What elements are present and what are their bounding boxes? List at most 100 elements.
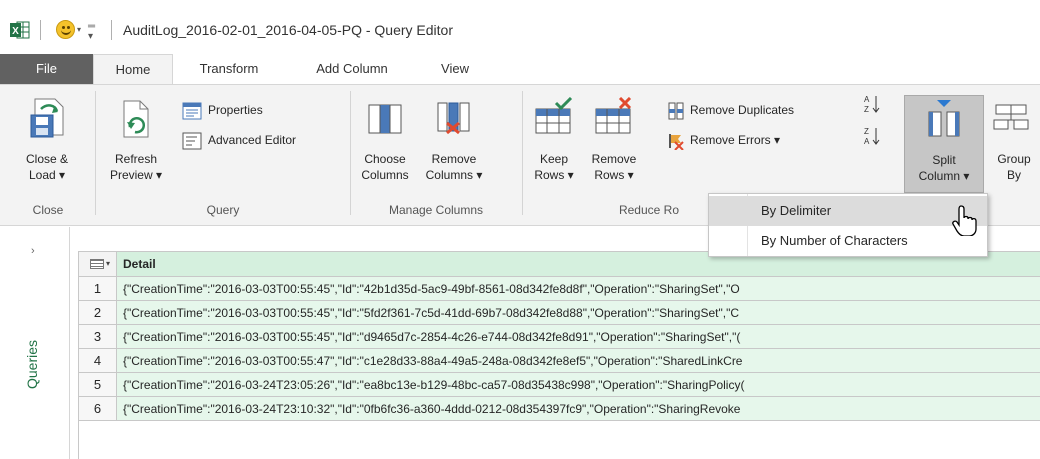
group-label-reduce-rows: Reduce Ro	[618, 203, 680, 217]
advanced-editor-icon	[182, 132, 202, 150]
sort-ascending-button[interactable]: A Z	[862, 93, 886, 115]
remove-duplicates-button[interactable]: Remove Duplicates	[668, 99, 794, 121]
row-number: 3	[79, 325, 117, 349]
queries-pane-label[interactable]: Queries	[24, 309, 40, 389]
remove-duplicates-icon	[668, 102, 684, 120]
group-by-label-1: Group	[997, 152, 1031, 166]
table-row: 4 {"CreationTime":"2016-03-03T00:55:47",…	[79, 349, 1040, 373]
table-cell[interactable]: {"CreationTime":"2016-03-03T00:55:45","I…	[117, 325, 1040, 349]
choose-columns-button[interactable]: Choose Columns	[354, 89, 416, 197]
table-menu-button[interactable]: ▾	[79, 252, 117, 277]
queries-pane: › Queries	[0, 227, 70, 459]
table-icon	[90, 259, 104, 269]
split-column-menu: By Delimiter By Number of Characters	[708, 193, 988, 257]
close-and-load-button[interactable]: Close & Load ▾	[2, 89, 92, 197]
refresh-preview-button[interactable]: Refresh Preview ▾	[100, 89, 172, 197]
remove-duplicates-label: Remove Duplicates	[690, 103, 795, 117]
properties-button[interactable]: Properties	[182, 99, 263, 121]
remove-errors-button[interactable]: Remove Errors ▾	[668, 129, 780, 151]
remove-columns-icon	[437, 102, 470, 135]
keep-rows-button[interactable]: Keep Rows ▾	[526, 89, 582, 197]
group-label-close: Close	[32, 203, 64, 217]
svg-text:A: A	[864, 95, 870, 104]
group-divider	[350, 91, 351, 215]
remove-errors-icon	[669, 133, 684, 150]
sort-descending-button[interactable]: Z A	[862, 125, 886, 147]
refresh-label-2: Preview ▾	[109, 168, 163, 182]
row-number: 2	[79, 301, 117, 325]
svg-text:Z: Z	[864, 127, 869, 136]
keep-rows-label-2: Rows ▾	[534, 168, 574, 182]
chevron-down-icon: ▾	[106, 259, 111, 268]
group-label-query: Query	[206, 203, 240, 217]
advanced-editor-label: Advanced Editor	[208, 133, 297, 147]
sort-ascending-icon: A Z	[864, 95, 880, 114]
split-column-icon	[928, 100, 960, 137]
group-label-manage-columns: Manage Columns	[388, 203, 484, 217]
choose-columns-label-2: Columns	[361, 168, 409, 182]
group-divider	[522, 91, 523, 215]
tab-file[interactable]: File	[0, 54, 93, 84]
table-row: 1 {"CreationTime":"2016-03-03T00:55:45",…	[79, 277, 1040, 301]
advanced-editor-button[interactable]: Advanced Editor	[182, 129, 296, 151]
split-column-button[interactable]: Split Column ▾	[904, 95, 984, 193]
table-row: 6 {"CreationTime":"2016-03-24T23:10:32",…	[79, 397, 1040, 421]
choose-columns-icon	[368, 104, 402, 134]
remove-rows-icon	[595, 97, 632, 134]
close-load-label-2: Load ▾	[28, 168, 66, 182]
data-grid: ▾ Detail 1 {"CreationTime":"2016-03-03T0…	[78, 251, 1040, 459]
properties-label: Properties	[208, 103, 263, 117]
menu-item-by-number-of-characters[interactable]: By Number of Characters	[709, 226, 987, 256]
group-by-label-2: By	[1006, 168, 1021, 182]
row-number: 5	[79, 373, 117, 397]
table-row: 3 {"CreationTime":"2016-03-03T00:55:45",…	[79, 325, 1040, 349]
smiley-feedback-icon[interactable]	[56, 20, 75, 39]
sort-descending-icon: Z A	[864, 127, 880, 146]
table-cell[interactable]: {"CreationTime":"2016-03-03T00:55:45","I…	[117, 301, 1040, 325]
choose-columns-label-1: Choose	[364, 152, 406, 166]
keep-rows-icon	[535, 97, 573, 134]
close-and-load-icon	[30, 98, 64, 138]
table-cell[interactable]: {"CreationTime":"2016-03-03T00:55:47","I…	[117, 349, 1040, 373]
remove-rows-label-2: Rows ▾	[594, 168, 634, 182]
remove-rows-button[interactable]: Remove Rows ▾	[584, 89, 644, 197]
row-number: 6	[79, 397, 117, 421]
row-number: 1	[79, 277, 117, 301]
close-load-label-1: Close &	[25, 152, 69, 166]
window-title: AuditLog_2016-02-01_2016-04-05-PQ - Quer…	[123, 22, 453, 38]
split-column-label-1: Split	[932, 153, 956, 167]
refresh-icon	[123, 100, 149, 138]
expand-pane-chevron-icon[interactable]: ›	[31, 245, 35, 257]
chevron-down-icon[interactable]: ▾	[77, 25, 81, 34]
title-divider	[111, 20, 112, 40]
svg-text:A: A	[864, 137, 870, 146]
refresh-label-1: Refresh	[114, 152, 158, 166]
row-number: 4	[79, 349, 117, 373]
ribbon-tabs: File Home Transform Add Column View	[0, 54, 1040, 85]
svg-text:Z: Z	[864, 105, 869, 114]
table-cell[interactable]: {"CreationTime":"2016-03-24T23:10:32","I…	[117, 397, 1040, 421]
menu-item-by-delimiter[interactable]: By Delimiter	[709, 196, 987, 226]
group-divider	[95, 91, 96, 215]
excel-icon[interactable]: X	[10, 21, 30, 39]
keep-rows-label-1: Keep	[539, 152, 569, 166]
tab-home[interactable]: Home	[93, 54, 173, 85]
table-cell[interactable]: {"CreationTime":"2016-03-24T23:05:26","I…	[117, 373, 1040, 397]
remove-errors-label: Remove Errors ▾	[690, 133, 781, 147]
remove-columns-label-1: Remove	[431, 152, 477, 166]
group-by-icon	[993, 104, 1029, 130]
table-cell[interactable]: {"CreationTime":"2016-03-03T00:55:45","I…	[117, 277, 1040, 301]
remove-columns-button[interactable]: Remove Columns ▾	[418, 89, 490, 197]
remove-rows-label-1: Remove	[591, 152, 637, 166]
tab-transform[interactable]: Transform	[181, 54, 277, 84]
title-bar: X ▾ ═ ▾ AuditLog_2016-02-01_2016-04-05-PQ…	[0, 0, 1040, 54]
split-column-label-2: Column ▾	[918, 169, 970, 183]
tab-add-column[interactable]: Add Column	[298, 54, 406, 84]
title-divider	[40, 20, 41, 40]
customize-toolbar-icon[interactable]: ═ ▾	[88, 22, 95, 42]
group-by-button[interactable]: Group By	[988, 89, 1040, 197]
hand-cursor-icon	[952, 205, 977, 236]
tab-view[interactable]: View	[420, 54, 490, 84]
table-row: 5 {"CreationTime":"2016-03-24T23:05:26",…	[79, 373, 1040, 397]
table-row: 2 {"CreationTime":"2016-03-03T00:55:45",…	[79, 301, 1040, 325]
